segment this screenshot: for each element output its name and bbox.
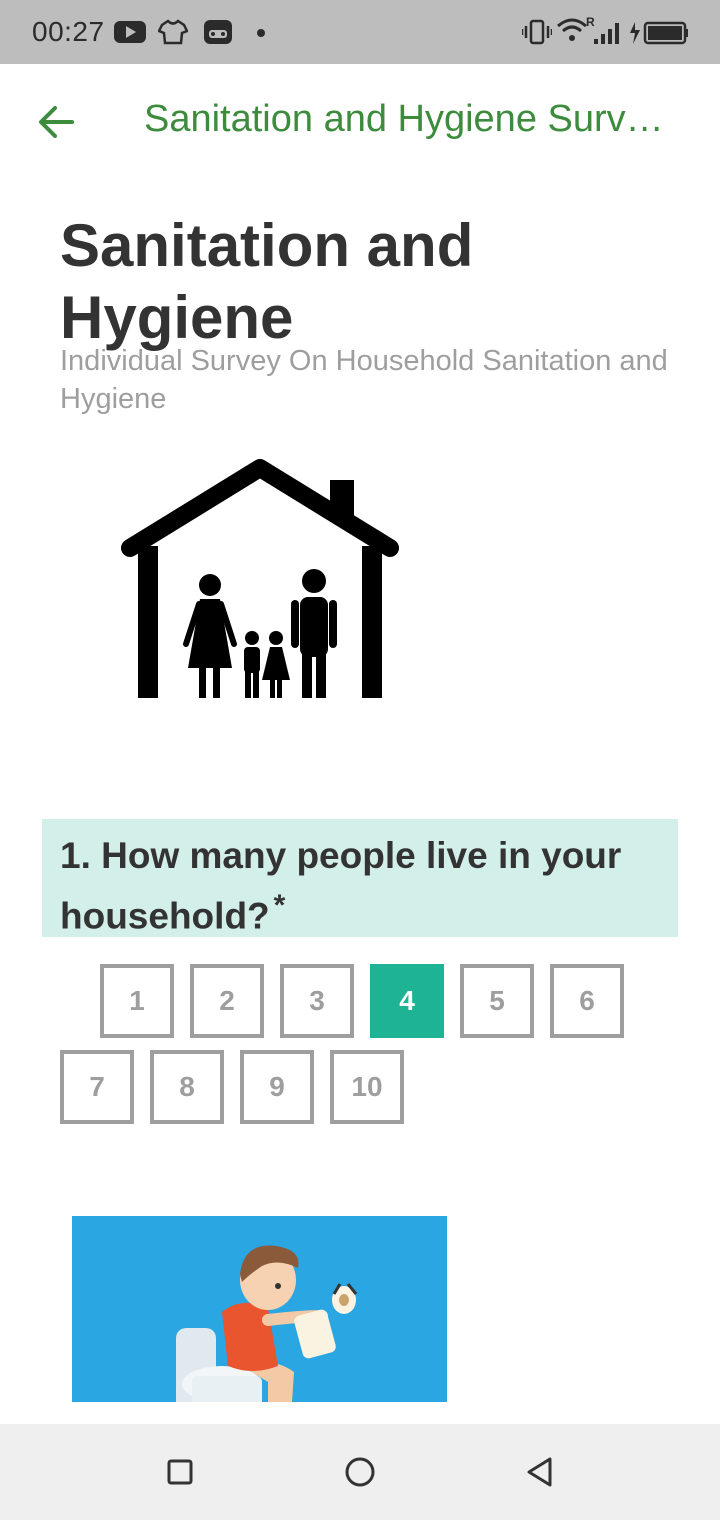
option-3[interactable]: 3 <box>280 964 354 1038</box>
system-back-button[interactable] <box>518 1450 562 1494</box>
battery-charging-icon <box>630 21 688 45</box>
app-bar-title: Sanitation and Hygiene Surv… <box>144 98 664 140</box>
question-text: 1. How many people live in your househol… <box>60 831 670 941</box>
shirt-icon <box>158 19 188 45</box>
arrow-left-icon <box>39 106 74 138</box>
game-icon <box>204 20 232 44</box>
page-subtitle: Individual Survey On Household Sanitatio… <box>60 345 668 415</box>
option-5[interactable]: 5 <box>460 964 534 1038</box>
option-1[interactable]: 1 <box>100 964 174 1038</box>
recents-button[interactable] <box>158 1450 202 1494</box>
navigation-bar <box>0 1424 720 1520</box>
option-6[interactable]: 6 <box>550 964 624 1038</box>
wifi-icon: R <box>557 16 595 41</box>
question-label: 1. How many people live in your househol… <box>60 835 622 937</box>
vibrate-icon <box>522 19 552 45</box>
status-time: 00:27 <box>32 16 105 47</box>
status-bar: 00:27 R <box>0 0 720 64</box>
house-family-illustration <box>121 459 399 698</box>
signal-icon <box>594 23 619 44</box>
page-title: Sanitation and Hygiene <box>60 212 474 351</box>
option-4-selected[interactable]: 4 <box>370 964 444 1038</box>
option-10[interactable]: 10 <box>330 1050 404 1124</box>
dot-icon <box>257 29 265 37</box>
toilet-illustration <box>72 1216 447 1402</box>
home-button[interactable] <box>338 1450 382 1494</box>
back-button[interactable] <box>28 94 84 150</box>
required-mark: * <box>273 889 286 922</box>
home-circle-icon <box>345 1457 375 1487</box>
question-box: 1. How many people live in your househol… <box>42 819 678 937</box>
option-9[interactable]: 9 <box>240 1050 314 1124</box>
option-2[interactable]: 2 <box>190 964 264 1038</box>
youtube-icon <box>114 21 146 43</box>
option-8[interactable]: 8 <box>150 1050 224 1124</box>
recents-square-icon <box>167 1459 193 1485</box>
back-triangle-icon <box>527 1457 552 1487</box>
option-7[interactable]: 7 <box>60 1050 134 1124</box>
app-bar: Sanitation and Hygiene Surv… <box>0 64 720 176</box>
